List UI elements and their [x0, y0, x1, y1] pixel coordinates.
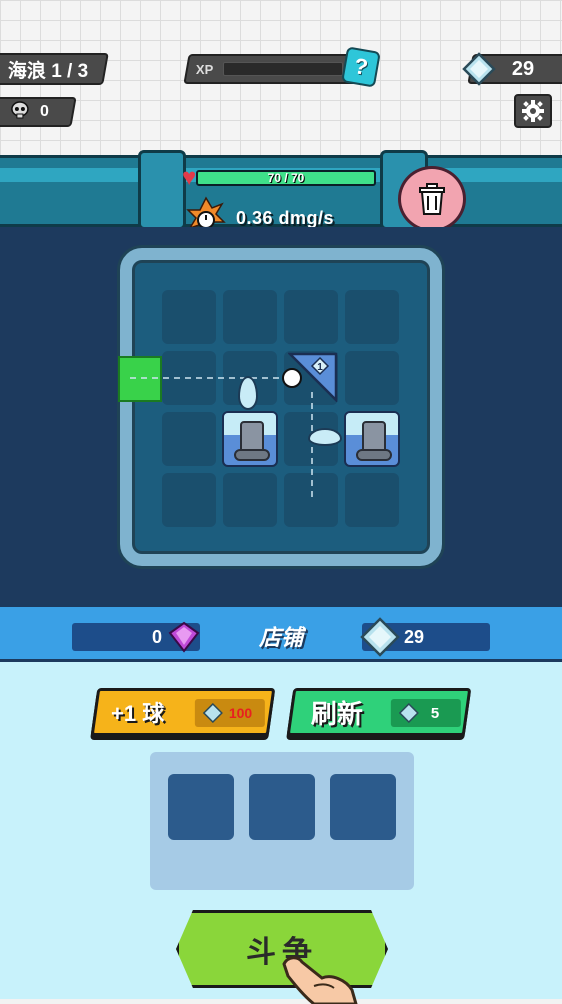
refresh-cost-box: 5: [390, 699, 461, 727]
item-slot[interactable]: [168, 774, 234, 840]
item-slot[interactable]: [330, 774, 396, 840]
refresh-button[interactable]: 刷新 5: [286, 688, 472, 736]
water-drop: [308, 428, 342, 446]
ball: [282, 368, 302, 388]
gem-count-shop: 29: [404, 626, 425, 647]
buy-ball-cost-box: 100: [194, 699, 265, 727]
cannon-tower[interactable]: [222, 411, 278, 467]
water-drop: [238, 376, 258, 410]
diamond-icon: [398, 703, 419, 723]
deflector-level: 1: [317, 362, 323, 373]
refresh-label: 刷新: [311, 698, 364, 729]
refresh-cost: 5: [430, 704, 440, 722]
buy-ball-cost: 100: [228, 705, 253, 721]
buy-ball-label: +1 球: [111, 701, 165, 726]
diamond-icon: [360, 617, 400, 657]
item-tray: [150, 752, 414, 890]
shop-bar: 0 店铺 29: [0, 604, 562, 662]
item-slot[interactable]: [249, 774, 315, 840]
diamond-icon: [202, 703, 223, 723]
buy-ball-button[interactable]: +1 球 100: [90, 688, 276, 736]
cannon-tower[interactable]: [344, 411, 400, 467]
pointing-hand-icon: [282, 956, 358, 1004]
